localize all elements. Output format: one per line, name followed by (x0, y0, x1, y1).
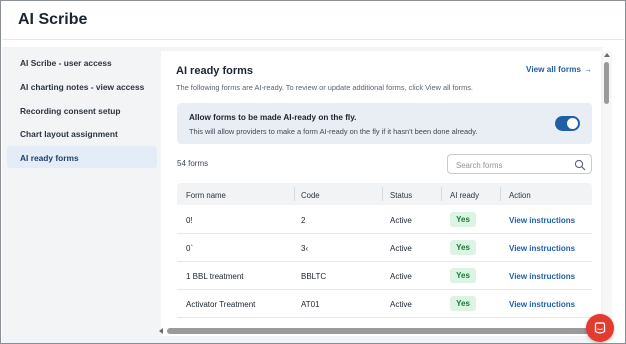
form-name-cell: 0! (186, 216, 193, 225)
code-cell: AT01 (301, 300, 320, 309)
scroll-left-arrow-icon[interactable] (159, 328, 163, 334)
view-instructions-link[interactable]: View instructions (509, 216, 575, 225)
column-divider (441, 187, 442, 201)
chat-icon (594, 322, 606, 334)
status-cell: Active (390, 272, 412, 281)
column-header-code[interactable]: Code (301, 191, 320, 200)
chat-button[interactable] (586, 314, 614, 342)
sidebar-item-user-access[interactable]: AI Scribe - user access (7, 51, 157, 73)
code-cell: 3‹ (301, 244, 309, 253)
column-header-action: Action (509, 191, 531, 200)
page-description: The following forms are AI-ready. To rev… (176, 83, 473, 92)
ai-ready-banner: Allow forms to be made AI-ready on the f… (177, 103, 592, 144)
top-bar: AI Scribe (2, 2, 624, 40)
sidebar-item-ai-ready-forms[interactable]: AI ready forms (7, 146, 157, 168)
status-cell: Active (390, 216, 412, 225)
code-cell: 2 (301, 216, 306, 225)
view-instructions-link[interactable]: View instructions (509, 272, 575, 281)
column-divider (500, 187, 501, 201)
status-cell: Active (390, 244, 412, 253)
search-icon[interactable] (574, 159, 586, 171)
table-row: 0! 2 Active Yes View instructions (177, 206, 592, 234)
ai-ready-badge: Yes (450, 240, 476, 255)
code-cell: BBLTC (301, 272, 327, 281)
table-row: 0` 3‹ Active Yes View instructions (177, 234, 592, 262)
table-header: Form name Code Status AI ready Action (177, 183, 592, 205)
horizontal-scroll-thumb[interactable] (167, 328, 589, 334)
column-divider (382, 187, 383, 201)
forms-count: 54 forms (177, 159, 209, 168)
ai-ready-badge: Yes (450, 268, 476, 283)
column-header-status[interactable]: Status (390, 191, 412, 200)
scroll-up-arrow-icon[interactable] (604, 53, 610, 57)
column-header-form-name[interactable]: Form name (186, 191, 226, 200)
column-divider (294, 187, 295, 201)
form-name-cell: 0` (186, 244, 194, 253)
app-title: AI Scribe (18, 11, 88, 28)
sidebar-item-chart-layout[interactable]: Chart layout assignment (7, 122, 157, 144)
ai-ready-badge: Yes (450, 296, 476, 311)
ai-ready-badge: Yes (450, 212, 476, 227)
sidebar-item-charting-notes[interactable]: AI charting notes - view access (7, 75, 157, 97)
banner-title: Allow forms to be made AI-ready on the f… (189, 113, 357, 122)
form-name-cell: 1 BBL treatment (186, 272, 244, 281)
view-all-forms-link[interactable]: View all forms → (526, 65, 592, 74)
column-header-ai-ready[interactable]: AI ready (450, 191, 479, 200)
app-window: AI Scribe AI Scribe - user access AI cha… (0, 0, 626, 344)
vertical-scroll-thumb[interactable] (604, 62, 609, 104)
banner-description: This will allow providers to make a form… (189, 127, 478, 136)
ai-ready-toggle[interactable] (555, 116, 580, 131)
status-cell: Active (390, 300, 412, 309)
view-all-forms-label: View all forms (526, 65, 581, 74)
search-input[interactable]: Search forms (447, 154, 592, 174)
form-name-cell: Activator Treatment (186, 300, 256, 309)
page-title: AI ready forms (176, 65, 254, 77)
toggle-knob (567, 118, 578, 129)
search-placeholder: Search forms (456, 161, 503, 170)
view-instructions-link[interactable]: View instructions (509, 244, 575, 253)
sidebar-item-recording-consent[interactable]: Recording consent setup (7, 99, 157, 121)
view-instructions-link[interactable]: View instructions (509, 300, 575, 309)
arrow-right-icon: → (583, 65, 593, 74)
table-row: Activator Treatment AT01 Active Yes View… (177, 290, 592, 318)
table-row: 1 BBL treatment BBLTC Active Yes View in… (177, 262, 592, 290)
